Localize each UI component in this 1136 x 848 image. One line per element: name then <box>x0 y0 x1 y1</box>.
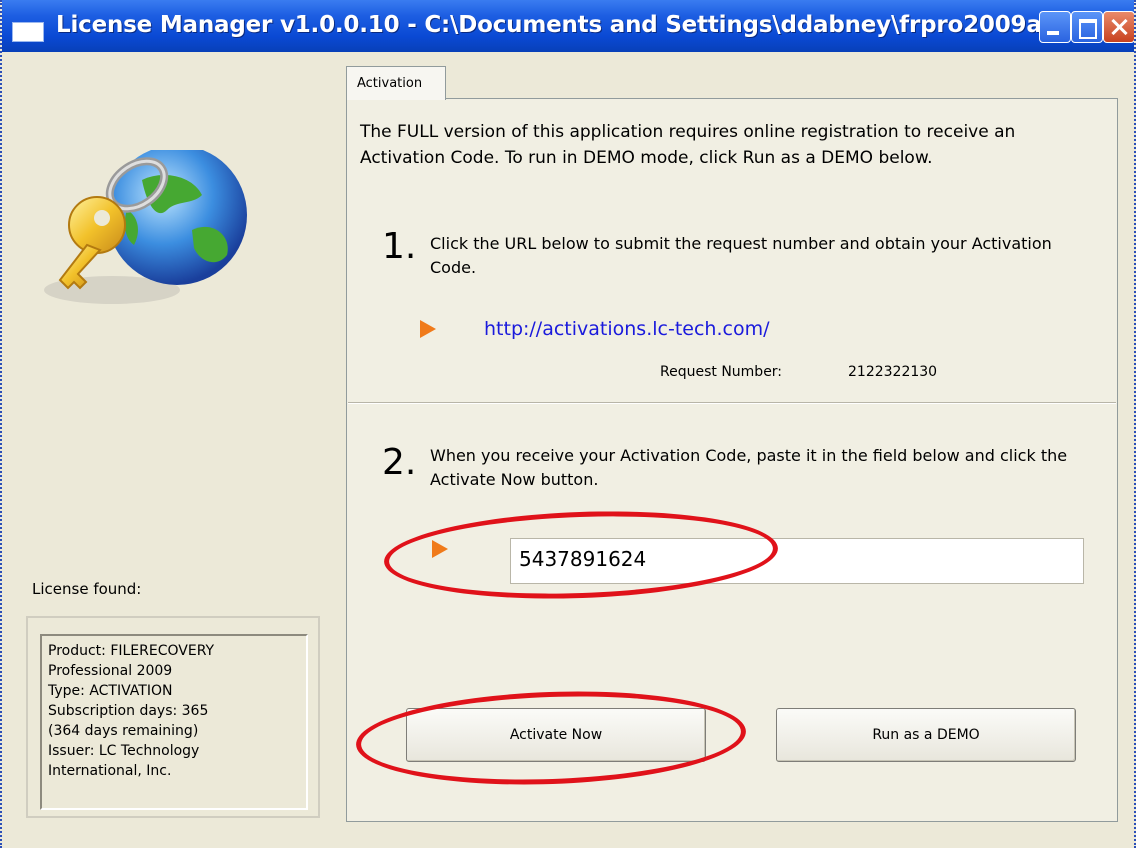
license-line: Product: FILERECOVERY <box>48 643 215 659</box>
activation-url-link[interactable]: http://activations.lc-tech.com/ <box>484 318 769 340</box>
license-manager-window: License Manager v1.0.0.10 - C:\Documents… <box>0 0 1136 848</box>
license-line: Subscription days: 365 <box>48 703 209 719</box>
activate-now-button[interactable]: Activate Now <box>406 708 706 762</box>
license-details-group: Product: FILERECOVERY Professional 2009 … <box>26 616 320 818</box>
license-line: Issuer: LC Technology <box>48 743 200 759</box>
request-number-value: 2122322130 <box>848 364 938 380</box>
step-2-number: 2. <box>382 442 417 483</box>
license-details-box: Product: FILERECOVERY Professional 2009 … <box>40 634 308 810</box>
maximize-button[interactable] <box>1071 11 1103 43</box>
step-2-text: When you receive your Activation Code, p… <box>430 446 1068 489</box>
title-bar[interactable]: License Manager v1.0.0.10 - C:\Documents… <box>2 0 1134 52</box>
activation-code-input[interactable]: 5437891624 <box>510 538 1084 584</box>
license-line: International, Inc. <box>48 763 172 779</box>
app-icon[interactable] <box>12 22 44 42</box>
step-1-number: 1. <box>382 226 417 267</box>
close-button[interactable] <box>1103 11 1134 43</box>
orange-triangle-icon <box>420 320 436 338</box>
step-1-text: Click the URL below to submit the reques… <box>430 234 1052 277</box>
section-divider <box>348 402 1116 404</box>
tab-activation[interactable]: Activation <box>346 66 446 100</box>
license-line: Type: ACTIVATION <box>48 683 173 699</box>
run-as-demo-button[interactable]: Run as a DEMO <box>776 708 1076 762</box>
license-line: (364 days remaining) <box>48 723 199 739</box>
request-number-label: Request Number: <box>660 364 783 380</box>
window-title: License Manager v1.0.0.10 - C:\Documents… <box>56 12 1104 38</box>
license-found-label: License found: <box>32 580 142 598</box>
key-globe-icon <box>44 150 247 304</box>
license-line: Professional 2009 <box>48 663 173 679</box>
tab-activation-label: Activation <box>357 76 423 91</box>
intro-text: The FULL version of this application req… <box>360 122 1016 168</box>
minimize-button[interactable] <box>1039 11 1071 43</box>
orange-triangle-icon <box>432 540 448 558</box>
